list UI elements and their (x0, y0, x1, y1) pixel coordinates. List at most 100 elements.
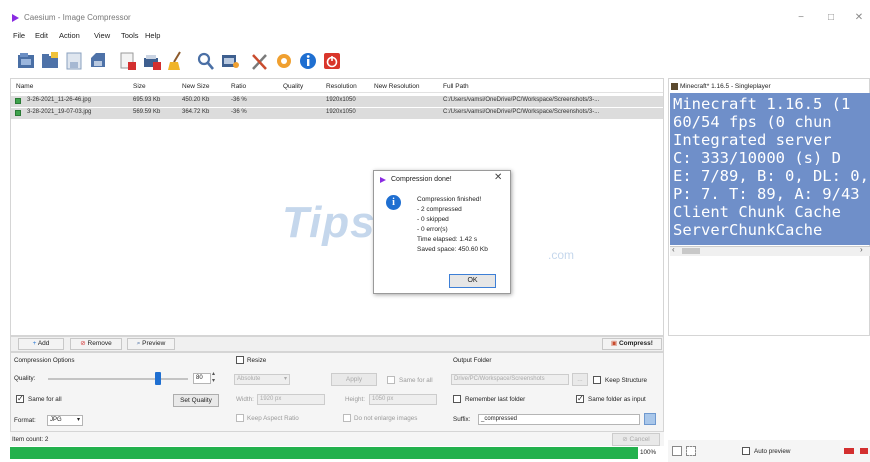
width-input[interactable]: 1920 px (257, 394, 325, 405)
clear-list-icon[interactable] (142, 50, 162, 72)
column-ratio[interactable]: Ratio (231, 83, 246, 90)
do-not-enlarge-label: Do not enlarge images (354, 415, 418, 422)
remember-last-folder-checkbox[interactable] (453, 395, 461, 403)
maximize-button[interactable]: □ (824, 12, 838, 23)
add-button[interactable]: + Add (18, 338, 64, 350)
menu-edit[interactable]: Edit (35, 31, 48, 40)
menu-file[interactable]: File (13, 31, 25, 40)
quality-stepper-icon[interactable]: ▴ ▾ (212, 371, 215, 385)
quality-label: Quality: (14, 375, 36, 382)
keep-aspect-ratio-checkbox[interactable] (236, 414, 244, 422)
column-resolution[interactable]: Resolution (326, 83, 357, 90)
auto-preview-checkbox[interactable] (742, 447, 750, 455)
row-new-size: 450.20 Kb (182, 97, 210, 103)
zoom-in-icon[interactable] (860, 448, 868, 454)
preview-text-line: C: 333/10000 (s) D (673, 149, 841, 167)
exit-icon[interactable] (322, 50, 342, 72)
suffix-input[interactable]: _compressed (478, 414, 640, 425)
compress-button[interactable]: ▣ Compress! (602, 338, 662, 350)
scroll-right-icon[interactable]: › (860, 245, 863, 254)
apply-resize-button[interactable]: Apply (331, 373, 377, 386)
quality-spinbox[interactable]: 80 (193, 373, 211, 384)
tools-icon[interactable] (250, 50, 270, 72)
column-full-path[interactable]: Full Path (443, 83, 469, 90)
compression-options-title: Compression Options (14, 357, 75, 364)
height-input[interactable]: 1050 px (369, 394, 437, 405)
quality-slider-thumb[interactable] (155, 372, 161, 385)
auto-preview-label: Auto preview (754, 448, 791, 455)
row-new-size: 364.72 Kb (182, 109, 210, 115)
menu-action[interactable]: Action (59, 31, 80, 40)
fit-to-window-icon[interactable] (672, 446, 682, 456)
search-icon[interactable] (196, 50, 216, 72)
menu-help[interactable]: Help (145, 31, 160, 40)
menu-tools[interactable]: Tools (121, 31, 139, 40)
quality-slider-track[interactable] (48, 378, 188, 380)
save-icon[interactable] (88, 50, 108, 72)
status-row (10, 432, 664, 446)
same-for-all-quality-checkbox[interactable] (16, 394, 24, 403)
browse-folder-button[interactable]: ... (572, 373, 588, 386)
resize-same-for-all-checkbox[interactable] (387, 376, 395, 384)
column-size[interactable]: Size (133, 83, 146, 90)
preview-text-line: E: 7/89, B: 0, DL: 0, (673, 167, 869, 185)
scroll-left-icon[interactable]: ‹ (672, 245, 675, 254)
remove-button[interactable]: ⊘ Remove (70, 338, 122, 350)
cancel-button[interactable]: ⊘ Cancel (612, 433, 660, 446)
row-path: C:/Users/vamsi/OneDrive/PC/Workspace/Scr… (443, 109, 600, 115)
close-button[interactable]: ✕ (852, 12, 866, 23)
column-name[interactable]: Name (16, 83, 33, 90)
output-folder-title: Output Folder (453, 357, 492, 364)
resize-same-for-all-label: Same for all (399, 377, 433, 384)
cancel-icon: ⊘ (622, 436, 630, 443)
minecraft-icon (671, 83, 678, 90)
row-ratio: -36 % (231, 97, 247, 103)
do-not-enlarge-checkbox[interactable] (343, 414, 351, 422)
preview-text-line: ServerChunkCache (673, 221, 823, 239)
dialog-title: Compression done! (391, 176, 452, 183)
remove-icon: ⊘ (80, 340, 88, 347)
menu-view[interactable]: View (94, 31, 110, 40)
ok-button[interactable]: OK (449, 274, 496, 288)
column-new-size[interactable]: New Size (182, 83, 209, 90)
keep-structure-checkbox[interactable] (593, 376, 601, 384)
format-select[interactable]: JPG ▾ (47, 415, 83, 426)
settings-icon[interactable] (274, 50, 294, 72)
width-label: Width: (236, 396, 254, 403)
scroll-thumb[interactable] (682, 248, 700, 254)
item-count: Item count: 2 (12, 436, 49, 443)
preview-horizontal-scrollbar[interactable] (670, 246, 870, 256)
remove-item-icon[interactable] (118, 50, 138, 72)
save-list-icon[interactable] (64, 50, 84, 72)
open-image-icon[interactable] (16, 50, 36, 72)
set-quality-button[interactable]: Set Quality (173, 394, 219, 407)
column-quality[interactable]: Quality (283, 83, 303, 90)
compress-icon[interactable] (220, 50, 240, 72)
dialog-close-icon[interactable]: ✕ (494, 172, 502, 183)
compress-button-icon: ▣ (611, 340, 619, 347)
resize-mode-select[interactable]: Absolute ▾ (234, 374, 290, 385)
image-file-icon (15, 98, 21, 104)
actual-size-icon[interactable] (686, 446, 696, 456)
resize-checkbox[interactable] (236, 356, 244, 364)
preview-button[interactable]: ⌕ Preview (127, 338, 175, 350)
zoom-out-icon[interactable] (844, 448, 854, 454)
minimize-button[interactable]: − (794, 12, 808, 23)
open-folder-icon[interactable] (40, 50, 60, 72)
column-new-resolution[interactable]: New Resolution (374, 83, 420, 90)
suffix-info-icon[interactable] (644, 413, 656, 425)
same-for-all-quality-label: Same for all (28, 396, 62, 403)
row-path: C:/Users/vamsi/OneDrive/PC/Workspace/Scr… (443, 97, 600, 103)
broom-icon[interactable] (166, 50, 186, 72)
caesium-app-icon (12, 14, 19, 22)
keep-structure-label: Keep Structure (605, 377, 648, 384)
info-icon: i (386, 195, 401, 210)
chevron-down-icon: ▾ (283, 376, 287, 382)
chevron-down-icon: ▾ (76, 417, 80, 423)
preview-text-line: Client Chunk Cache (673, 203, 841, 221)
keep-aspect-ratio-label: Keep Aspect Ratio (247, 415, 299, 422)
about-icon[interactable] (298, 50, 318, 72)
same-folder-as-input-checkbox[interactable] (576, 394, 584, 403)
output-folder-input[interactable]: Drive/PC/Workspace/Screenshots (451, 374, 569, 385)
row-size: 695.93 Kb (133, 97, 161, 103)
